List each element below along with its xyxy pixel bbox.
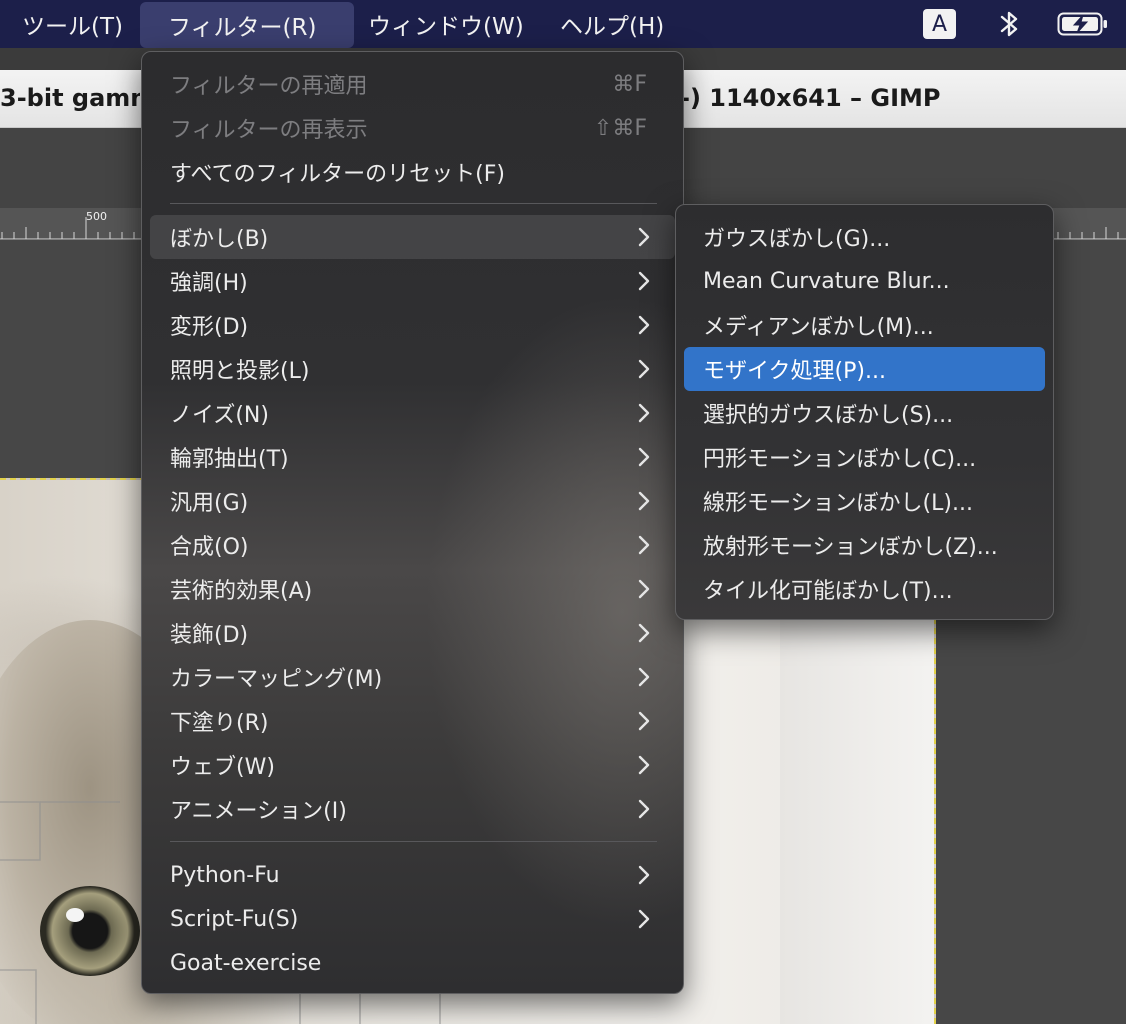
ruler-label: 500 [86,210,107,223]
menu-item-label: 輪郭抽出(T) [170,447,289,472]
menu-item-label: 装飾(D) [170,623,249,648]
menu-item-label: 合成(O) [170,535,249,560]
menu-item-label: 照明と投影(L) [170,359,310,384]
menu-item-label: フィルターの再適用 [170,74,368,99]
submenu-item-selective-gaussian-blur[interactable]: 選択的ガウスぼかし(S)... [684,391,1045,435]
menu-item-generic[interactable]: 汎用(G) [150,479,675,523]
menu-item-label: Script-Fu(S) [170,906,299,932]
chevron-right-icon [638,315,650,335]
menu-item-blur[interactable]: ぼかし(B) [150,215,675,259]
chevron-right-icon [638,865,650,885]
chevron-right-icon [638,623,650,643]
window-title-right: -) 1140x641 – GIMP [680,84,941,112]
menu-filters[interactable]: フィルター(R) [140,1,354,48]
submenu-item-circular-motion-blur[interactable]: 円形モーションぼかし(C)... [684,435,1045,479]
menu-item-web[interactable]: ウェブ(W) [150,743,675,787]
menu-separator [170,841,657,842]
submenu-item-pixelize[interactable]: モザイク処理(P)... [684,347,1045,391]
chevron-right-icon [638,271,650,291]
window-title-left: 3-bit gamm [0,84,140,112]
menu-item-label: Python-Fu [170,862,280,888]
menu-item-combine[interactable]: 合成(O) [150,523,675,567]
menu-item-artistic[interactable]: 芸術的効果(A) [150,567,675,611]
menu-item-label: カラーマッピング(M) [170,667,383,692]
menu-item-reapply-filter[interactable]: フィルターの再適用 ⌘F [150,62,675,106]
menu-item-label: すべてのフィルターのリセット(F) [170,162,505,187]
chevron-right-icon [638,755,650,775]
blur-submenu: ガウスぼかし(G)... Mean Curvature Blur... メディア… [675,204,1054,620]
chevron-right-icon [638,711,650,731]
menu-item-label: ぼかし(B) [170,227,269,252]
chevron-right-icon [638,403,650,423]
menu-item-reshow-filter[interactable]: フィルターの再表示 ⇧⌘F [150,106,675,150]
menu-item-label: 強調(H) [170,271,248,296]
menu-item-label: ノイズ(N) [170,403,269,428]
input-source-indicator[interactable]: A [923,9,956,39]
menu-item-noise[interactable]: ノイズ(N) [150,391,675,435]
chevron-right-icon [638,491,650,511]
menu-item-animation[interactable]: アニメーション(I) [150,787,675,831]
submenu-item-zoom-motion-blur[interactable]: 放射形モーションぼかし(Z)... [684,523,1045,567]
chevron-right-icon [638,447,650,467]
chevron-right-icon [638,909,650,929]
filters-menu: フィルターの再適用 ⌘F フィルターの再表示 ⇧⌘F すべてのフィルターのリセッ… [141,51,684,994]
menu-item-label: 下塗り(R) [170,711,269,736]
chevron-right-icon [638,799,650,819]
menu-item-color-mapping[interactable]: カラーマッピング(M) [150,655,675,699]
menu-item-distorts[interactable]: 変形(D) [150,303,675,347]
menu-item-decor[interactable]: 装飾(D) [150,611,675,655]
menu-item-script-fu[interactable]: Script-Fu(S) [150,897,675,941]
submenu-item-tileable-blur[interactable]: タイル化可能ぼかし(T)... [684,567,1045,611]
submenu-item-mean-curvature-blur[interactable]: Mean Curvature Blur... [684,259,1045,303]
menu-item-light-and-shadow[interactable]: 照明と投影(L) [150,347,675,391]
menu-item-edge-detect[interactable]: 輪郭抽出(T) [150,435,675,479]
menu-separator [170,203,657,204]
menu-item-shortcut: ⇧⌘F [593,115,647,141]
menu-tools[interactable]: ツール(T) [0,0,140,48]
menu-item-label: アニメーション(I) [170,799,347,824]
submenu-item-linear-motion-blur[interactable]: 線形モーションぼかし(L)... [684,479,1045,523]
menu-item-label: ウェブ(W) [170,755,275,780]
menu-item-reset-all-filters[interactable]: すべてのフィルターのリセット(F) [150,150,675,194]
menu-bar: ツール(T) フィルター(R) ウィンドウ(W) ヘルプ(H) [0,0,1126,48]
battery-charging-icon[interactable] [1057,12,1109,36]
chevron-right-icon [638,667,650,687]
menu-item-label: 芸術的効果(A) [170,579,313,604]
menu-window[interactable]: ウィンドウ(W) [354,0,560,48]
menu-help[interactable]: ヘルプ(H) [560,0,664,48]
menu-item-shortcut: ⌘F [612,71,647,97]
menu-item-python-fu[interactable]: Python-Fu [150,853,675,897]
menu-item-label: フィルターの再表示 [170,118,368,143]
menu-item-render[interactable]: 下塗り(R) [150,699,675,743]
menu-item-label: Goat-exercise [170,950,322,976]
chevron-right-icon [638,535,650,555]
submenu-item-gaussian-blur[interactable]: ガウスぼかし(G)... [684,215,1045,259]
menu-item-label: 変形(D) [170,315,249,340]
chevron-right-icon [638,359,650,379]
menu-item-label: 汎用(G) [170,491,249,516]
submenu-item-median-blur[interactable]: メディアンぼかし(M)... [684,303,1045,347]
chevron-right-icon [638,579,650,599]
menu-item-goat-exercise[interactable]: Goat-exercise [150,941,675,985]
chevron-right-icon [638,227,650,247]
bluetooth-icon[interactable] [994,8,1024,40]
menu-item-enhance[interactable]: 強調(H) [150,259,675,303]
